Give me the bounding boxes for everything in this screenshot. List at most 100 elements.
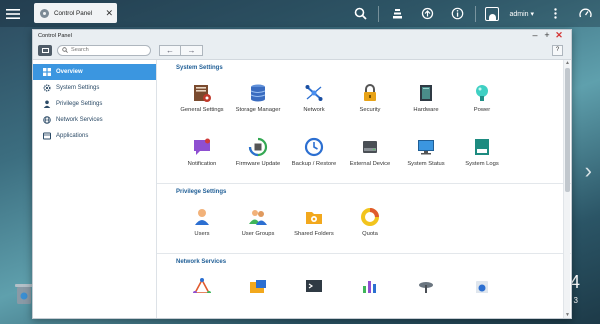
external-device-icon[interactable] [412, 0, 442, 27]
app-backup-restore[interactable]: Backup / Restore [286, 129, 342, 183]
app-external-device[interactable]: External Device [342, 129, 398, 183]
help-button[interactable]: ? [552, 45, 563, 56]
taskbar-tab-label: Control Panel [54, 9, 93, 17]
person-icon [43, 100, 51, 108]
sidebar-item-system-settings[interactable]: System Settings [33, 80, 156, 96]
system-status-icon [418, 140, 434, 155]
control-panel-gear-icon [40, 8, 49, 18]
app-system-status[interactable]: System Status [398, 129, 454, 183]
divider [475, 5, 477, 22]
app-label: Users [194, 231, 210, 237]
app-quota[interactable]: Quota [342, 199, 398, 253]
app-label: System Logs [465, 161, 499, 167]
app-user-groups[interactable]: User Groups [230, 199, 286, 253]
desktop-date: 3 [573, 296, 578, 305]
recycle-bin-icon[interactable] [14, 282, 34, 306]
app-label: Security [359, 107, 381, 113]
app-shared-folders[interactable]: Shared Folders [286, 199, 342, 253]
grid-icon [43, 68, 51, 76]
apps-icon [43, 132, 51, 140]
system-logs-icon [475, 139, 489, 155]
control-panel-window: Control Panel – + ✕ ← → ? Overview Syste… [32, 29, 572, 319]
backup-restore-icon [304, 137, 324, 157]
scrollbar-thumb[interactable] [565, 68, 570, 192]
desktop-next-arrow-icon[interactable]: › [585, 160, 592, 182]
search-input[interactable] [71, 47, 141, 53]
sidebar-item-privilege-settings[interactable]: Privilege Settings [33, 96, 156, 112]
taskbar: Control Panel ✕ admin ▾ [0, 0, 600, 27]
scroll-down-icon[interactable]: ▼ [564, 312, 571, 318]
storage-manager-icon [250, 84, 266, 102]
hardware-icon [420, 85, 432, 101]
user-groups-icon [249, 210, 267, 225]
section-title: System Settings [176, 65, 223, 71]
user-menu[interactable]: admin ▾ [479, 6, 540, 21]
app-system-logs[interactable]: System Logs [454, 129, 510, 183]
app-storage-manager[interactable]: Storage Manager [230, 75, 286, 129]
main-menu-icon[interactable] [0, 0, 26, 27]
app-label: External Device [349, 161, 391, 167]
app-notification[interactable]: Notification [174, 129, 230, 183]
vertical-scrollbar[interactable]: ▲ ▼ [563, 60, 570, 318]
taskbar-tab-close-icon[interactable]: ✕ [105, 7, 113, 19]
app-service-discovery[interactable] [398, 269, 454, 293]
back-button[interactable]: ← [159, 44, 181, 56]
search-icon[interactable] [345, 0, 375, 27]
search-icon [62, 47, 68, 53]
app-label: Network [303, 107, 325, 113]
app-telnet-ssh[interactable] [286, 269, 342, 293]
ftp-folder-icon [250, 280, 266, 293]
app-network-recycle-bin[interactable] [454, 269, 510, 293]
sidebar-item-network-services[interactable]: Network Services [33, 112, 156, 128]
app-ftp[interactable] [230, 269, 286, 293]
maximize-icon[interactable]: + [541, 30, 553, 41]
app-hardware[interactable]: Hardware [398, 75, 454, 129]
globe-icon [43, 116, 51, 124]
more-options-icon[interactable] [540, 0, 570, 27]
network-triangle-icon [193, 278, 211, 293]
sidebar-item-label: Applications [56, 133, 89, 139]
close-icon[interactable]: ✕ [553, 30, 565, 41]
background-task-icon[interactable] [382, 0, 412, 27]
sidebar-item-overview[interactable]: Overview [33, 64, 156, 80]
app-label: Shared Folders [294, 231, 334, 237]
overview-toggle-icon[interactable] [38, 44, 52, 56]
section-title: Privilege Settings [176, 189, 227, 195]
quota-icon [361, 208, 379, 226]
firmware-update-icon [248, 137, 268, 157]
section-title: Network Services [176, 259, 227, 265]
satellite-dish-icon [419, 282, 433, 293]
app-security[interactable]: Security [342, 75, 398, 129]
sidebar-item-label: System Settings [56, 85, 100, 91]
app-snmp[interactable] [342, 269, 398, 293]
window-controls: – + ✕ [529, 30, 565, 41]
sidebar-item-label: Privilege Settings [56, 101, 103, 107]
app-power[interactable]: Power [454, 75, 510, 129]
app-network[interactable]: Network [286, 75, 342, 129]
search-field[interactable] [57, 44, 151, 56]
terminal-icon [306, 280, 322, 292]
dashboard-gauge-icon[interactable] [570, 0, 600, 27]
app-users[interactable]: Users [174, 199, 230, 253]
sidebar-item-label: Network Services [56, 117, 103, 123]
app-label: Quota [362, 231, 378, 237]
divider [378, 5, 380, 22]
external-device-icon [363, 141, 377, 153]
power-bulb-icon [476, 85, 488, 101]
app-general-settings[interactable]: General Settings [174, 75, 230, 129]
sidebar-item-applications[interactable]: Applications [33, 128, 156, 144]
app-win-mac-nfs[interactable] [174, 269, 230, 293]
scroll-up-icon[interactable]: ▲ [564, 60, 571, 66]
app-firmware-update[interactable]: Firmware Update [230, 129, 286, 183]
taskbar-tab-control-panel[interactable]: Control Panel ✕ [34, 3, 117, 23]
network-icon [305, 85, 323, 101]
minimize-icon[interactable]: – [529, 30, 541, 41]
section-privilege-settings: Privilege Settings Users User Groups Sha… [157, 184, 571, 254]
forward-button[interactable]: → [181, 44, 203, 56]
avatar [485, 6, 500, 21]
info-icon[interactable] [442, 0, 472, 27]
users-icon [195, 209, 209, 225]
window-toolbar: ← → ? [33, 41, 571, 60]
notification-icon [194, 138, 210, 155]
app-label: Firmware Update [235, 161, 281, 167]
